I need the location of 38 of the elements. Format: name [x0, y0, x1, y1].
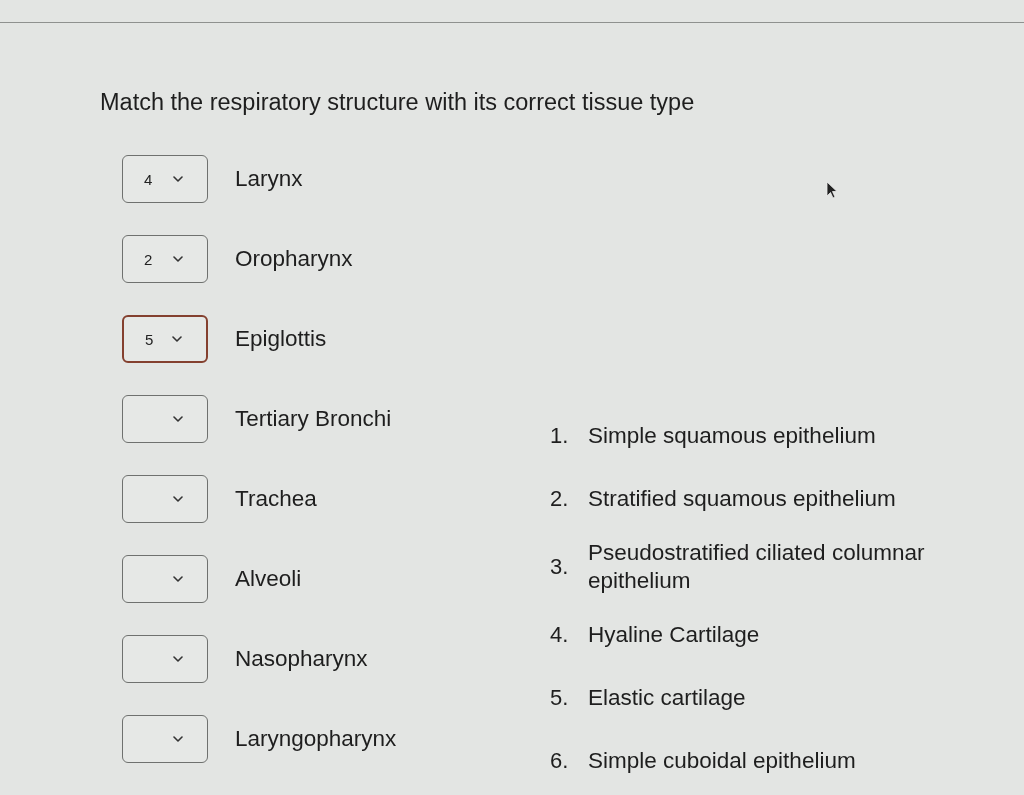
structure-label: Tertiary Bronchi — [235, 406, 392, 432]
chevron-down-icon — [173, 656, 183, 662]
structure-label: Laryngopharynx — [235, 726, 397, 752]
answer-select[interactable] — [122, 715, 208, 763]
chevron-down-icon — [173, 176, 183, 182]
option-number: 4. — [550, 622, 570, 648]
answer-select[interactable] — [122, 635, 208, 683]
option-text: Hyaline Cartilage — [588, 621, 761, 649]
answer-select[interactable] — [122, 395, 208, 443]
option-text: Simple cuboidal epithelium — [588, 747, 857, 775]
option-text: Elastic cartilage — [588, 684, 747, 712]
structure-label: Oropharynx — [235, 246, 353, 272]
answer-select[interactable]: 4 — [122, 155, 208, 203]
option-number: 3. — [550, 554, 570, 580]
chevron-down-icon — [173, 256, 183, 262]
answer-select[interactable] — [122, 555, 208, 603]
chevron-down-icon — [173, 736, 183, 742]
option-text: Simple squamous epithelium — [588, 422, 877, 450]
structure-label: Larynx — [235, 166, 303, 192]
structure-label: Nasopharynx — [235, 646, 368, 672]
option-number: 1. — [550, 423, 570, 449]
chevron-down-icon — [172, 336, 182, 342]
answer-select[interactable]: 5 — [122, 315, 208, 363]
chevron-down-icon — [173, 416, 183, 422]
option-text: Stratified squamous epithelium — [588, 485, 897, 513]
question-title: Match the respiratory structure with its correct tissue type — [100, 88, 695, 117]
option-number: 6. — [550, 748, 570, 774]
cursor-icon — [826, 181, 838, 199]
option-text: Pseudostratified ciliated columnar epithelium — [588, 539, 926, 595]
structure-label: Epiglottis — [235, 326, 327, 352]
option-number: 5. — [550, 685, 570, 711]
structure-label: Alveoli — [235, 566, 302, 592]
option-number: 2. — [550, 486, 570, 512]
answer-select[interactable]: 2 — [122, 235, 208, 283]
chevron-down-icon — [173, 576, 183, 582]
structure-label: Trachea — [235, 486, 317, 512]
answer-select[interactable] — [122, 475, 208, 523]
chevron-down-icon — [173, 496, 183, 502]
